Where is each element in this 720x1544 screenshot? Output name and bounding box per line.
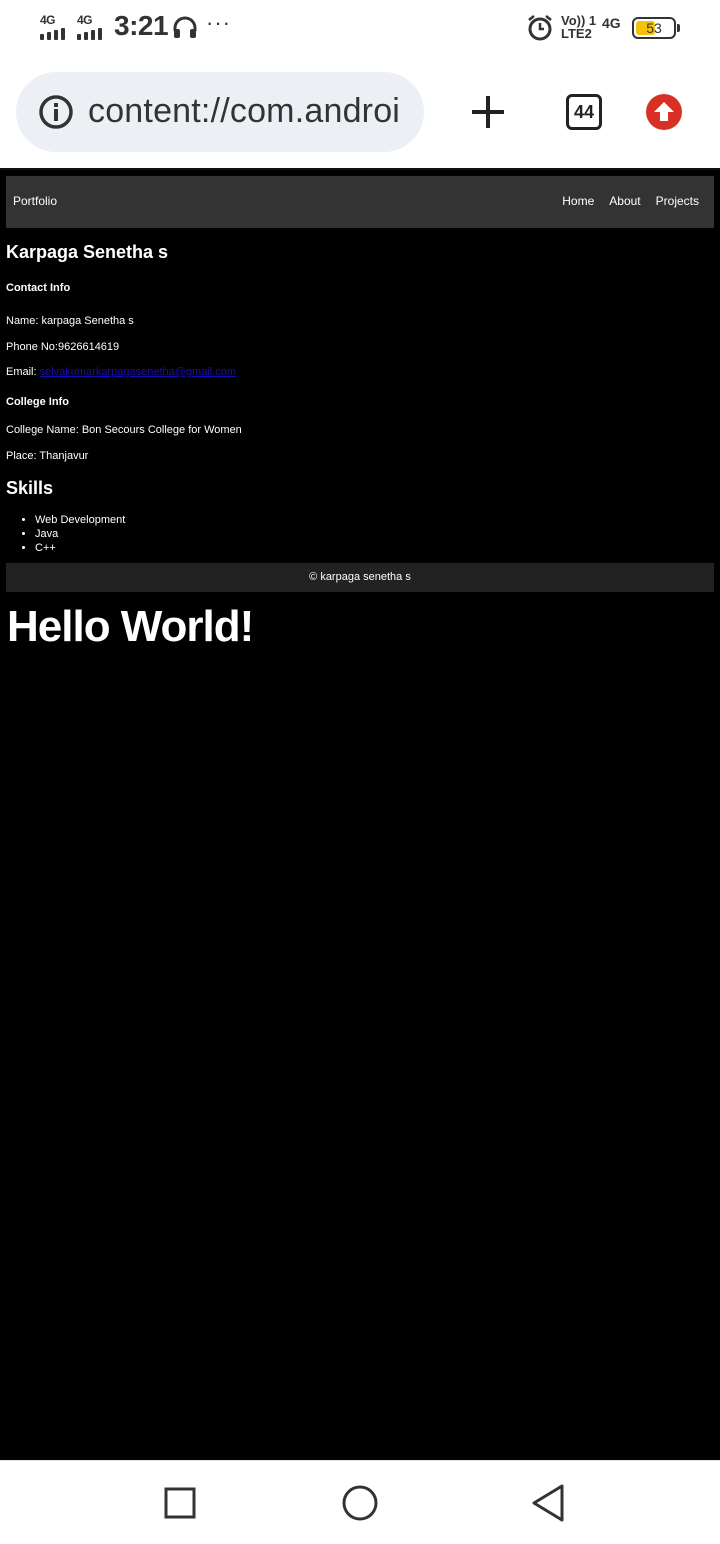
alarm-icon: [528, 15, 552, 41]
nav-links: Home About Projects: [562, 194, 699, 208]
recents-button[interactable]: [160, 1483, 200, 1523]
skills-heading: Skills: [6, 478, 54, 498]
upgrade-button[interactable]: [646, 94, 682, 130]
email-label: Email:: [6, 366, 40, 378]
browser-toolbar: content://com.androi 44: [0, 56, 720, 168]
name-line: Name: karpaga Senetha s: [6, 315, 134, 327]
volte-line2: LTE2: [561, 26, 592, 41]
url-text[interactable]: content://com.androi: [88, 92, 400, 131]
nav-link-about[interactable]: About: [609, 194, 640, 208]
sim1-label: 4G: [40, 13, 56, 27]
clock: 3:21: [114, 10, 169, 41]
page-body: Karpaga Senetha s Contact Info Name: kar…: [6, 240, 714, 555]
back-button[interactable]: [528, 1483, 568, 1523]
nav-link-projects[interactable]: Projects: [656, 194, 699, 208]
more-notifications-icon: ···: [206, 10, 231, 35]
tab-switcher-button[interactable]: 44: [566, 94, 602, 130]
system-nav-bar: [0, 1460, 720, 1544]
home-button[interactable]: [340, 1483, 380, 1523]
battery-percent: 53: [646, 20, 662, 36]
nav-link-home[interactable]: Home: [562, 194, 594, 208]
status-bar: 4G 4G 3:21 ··· Vo)) 1 LTE2 4G 53: [0, 0, 720, 56]
email-line: Email: selvakumarkarpagasenetha@gmail.co…: [6, 366, 714, 379]
signal-icon: 4G: [77, 14, 111, 40]
college-line: College Name: Bon Secours College for Wo…: [6, 424, 242, 436]
site-brand[interactable]: Portfolio: [13, 194, 57, 208]
college-heading: College Info: [6, 396, 69, 408]
hello-heading: Hello World!: [7, 602, 254, 651]
phone-line: Phone No:9626614619: [6, 341, 120, 353]
site-footer: © karpaga senetha s: [6, 563, 714, 592]
headset-icon: [173, 16, 197, 38]
contact-heading: Contact Info: [6, 282, 71, 294]
info-icon[interactable]: [38, 94, 74, 130]
network-type: 4G: [602, 15, 621, 31]
address-bar[interactable]: content://com.androi: [16, 72, 424, 152]
name-heading: Karpaga Senetha s: [6, 242, 169, 262]
volte-indicator: Vo)) 1 LTE2: [561, 14, 597, 40]
site-navbar: Portfolio Home About Projects: [6, 176, 714, 228]
skills-list: Web Development Java C++: [35, 513, 714, 555]
list-item: Java: [35, 527, 714, 541]
email-link[interactable]: selvakumarkarpagasenetha@gmail.com: [40, 366, 236, 378]
list-item: C++: [35, 541, 714, 555]
web-content: Portfolio Home About Projects Karpaga Se…: [0, 168, 720, 1460]
battery-icon: 53: [632, 17, 680, 39]
place-line: Place: Thanjavur: [6, 450, 89, 462]
sim2-label: 4G: [77, 13, 93, 27]
new-tab-button[interactable]: [466, 90, 510, 134]
signal-icon: 4G: [40, 14, 74, 40]
list-item: Web Development: [35, 513, 714, 527]
